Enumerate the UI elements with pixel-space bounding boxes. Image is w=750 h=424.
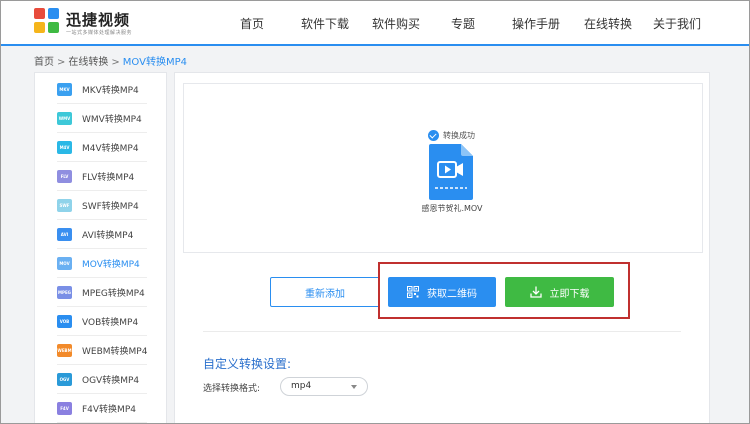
sidebar-item-flv[interactable]: FLV FLV转换MP4 bbox=[57, 162, 147, 191]
chevron-down-icon bbox=[351, 385, 357, 389]
format-sidebar: MKV MKV转换MP4 WMV WMV转换MP4 M4V M4V转换MP4 FLV F… bbox=[34, 72, 167, 424]
re-add-label: 重新添加 bbox=[305, 288, 345, 300]
nav-topics[interactable]: 专题 bbox=[451, 15, 475, 32]
nav-manual[interactable]: 操作手册 bbox=[512, 15, 560, 32]
sidebar-item-m4v[interactable]: M4V M4V转换MP4 bbox=[57, 133, 147, 162]
nav-about[interactable]: 关于我们 bbox=[653, 15, 701, 32]
section-divider bbox=[203, 331, 681, 332]
sidebar-item-label: AVI转换MP4 bbox=[82, 230, 134, 241]
breadcrumb-separator: > bbox=[111, 57, 120, 68]
wmv-file-icon: WMV bbox=[57, 111, 72, 125]
breadcrumb-current: MOV转换MP4 bbox=[122, 57, 187, 68]
vob-file-icon: VOB bbox=[57, 314, 72, 328]
sidebar-item-mov[interactable]: MOV MOV转换MP4 bbox=[57, 249, 147, 278]
sidebar-item-label: WEBM转换MP4 bbox=[82, 346, 148, 357]
check-circle-icon bbox=[428, 130, 439, 141]
sidebar-item-swf[interactable]: SWF SWF转换MP4 bbox=[57, 191, 147, 220]
sidebar-item-label: F4V转换MP4 bbox=[82, 404, 136, 415]
nav-home[interactable]: 首页 bbox=[240, 15, 264, 32]
sidebar-item-label: OGV转换MP4 bbox=[82, 375, 140, 386]
nav-software-purchase[interactable]: 软件购买 bbox=[372, 15, 420, 32]
sidebar-item-label: FLV转换MP4 bbox=[82, 172, 135, 183]
format-select-value: mp4 bbox=[291, 381, 312, 391]
sidebar-item-label: VOB转换MP4 bbox=[82, 317, 139, 328]
video-file-icon[interactable] bbox=[429, 144, 473, 200]
logo-quadrant-green bbox=[48, 22, 59, 33]
logo-quadrant-red bbox=[34, 8, 45, 19]
sidebar-item-label: MPEG转换MP4 bbox=[82, 288, 145, 299]
avi-file-icon: AVI bbox=[57, 227, 72, 241]
sidebar-item-wmv[interactable]: WMV WMV转换MP4 bbox=[57, 104, 147, 133]
sidebar-item-label: MKV转换MP4 bbox=[82, 85, 139, 96]
nav-software-download[interactable]: 软件下载 bbox=[301, 15, 349, 32]
sidebar-item-label: SWF转换MP4 bbox=[82, 201, 139, 212]
top-header: 迅捷视频 一站式多媒体处理解决服务 首页 软件下载 软件购买 专题 操作手册 在… bbox=[0, 0, 750, 46]
brand-name[interactable]: 迅捷视频 bbox=[66, 9, 130, 30]
ogv-file-icon: OGV bbox=[57, 372, 72, 386]
sidebar-item-f4v[interactable]: F4V F4V转换MP4 bbox=[57, 394, 147, 423]
logo-quadrant-yellow bbox=[34, 22, 45, 33]
brand-tagline: 一站式多媒体处理解决服务 bbox=[66, 30, 133, 36]
file-name: 感恩节贺礼.MOV bbox=[421, 204, 483, 213]
webm-file-icon: WEBM bbox=[57, 343, 72, 357]
logo-quadrant-blue bbox=[48, 8, 59, 19]
mpeg-file-icon: MPEG bbox=[57, 285, 72, 299]
sidebar-item-label: M4V转换MP4 bbox=[82, 143, 139, 154]
format-select[interactable]: mp4 bbox=[280, 377, 368, 396]
flv-file-icon: FLV bbox=[57, 169, 72, 183]
breadcrumb-home[interactable]: 首页 bbox=[34, 57, 54, 68]
sidebar-item-vob[interactable]: VOB VOB转换MP4 bbox=[57, 307, 147, 336]
breadcrumb-separator: > bbox=[57, 57, 66, 68]
format-label: 选择转换格式: bbox=[203, 384, 261, 394]
breadcrumb-online-convert[interactable]: 在线转换 bbox=[68, 57, 108, 68]
success-text: 转换成功 bbox=[443, 131, 475, 140]
success-status: 转换成功 bbox=[428, 130, 475, 141]
sidebar-item-label: WMV转换MP4 bbox=[82, 114, 142, 125]
sidebar-item-avi[interactable]: AVI AVI转换MP4 bbox=[57, 220, 147, 249]
sidebar-item-mkv[interactable]: MKV MKV转换MP4 bbox=[57, 75, 147, 104]
custom-settings-title: 自定义转换设置: bbox=[203, 357, 292, 371]
main-panel: 转换成功 感恩节贺礼.MOV 重新添加 获取二维码 立即下载 自定义转换设置: … bbox=[174, 72, 710, 424]
nav-online-convert[interactable]: 在线转换 bbox=[584, 15, 632, 32]
highlight-box bbox=[378, 262, 630, 319]
mkv-file-icon: MKV bbox=[57, 82, 72, 96]
mov-file-icon: MOV bbox=[57, 256, 72, 270]
sidebar-item-mpeg[interactable]: MPEG MPEG转换MP4 bbox=[57, 278, 147, 307]
logo-icon[interactable] bbox=[34, 8, 60, 34]
breadcrumb: 首页 > 在线转换 > MOV转换MP4 bbox=[34, 53, 187, 68]
re-add-button[interactable]: 重新添加 bbox=[270, 277, 380, 307]
sidebar-item-ogv[interactable]: OGV OGV转换MP4 bbox=[57, 365, 147, 394]
m4v-file-icon: M4V bbox=[57, 140, 72, 154]
swf-file-icon: SWF bbox=[57, 198, 72, 212]
f4v-file-icon: F4V bbox=[57, 401, 72, 415]
sidebar-item-label: MOV转换MP4 bbox=[82, 259, 140, 270]
sidebar-item-webm[interactable]: WEBM WEBM转换MP4 bbox=[57, 336, 147, 365]
result-preview: 转换成功 感恩节贺礼.MOV bbox=[183, 83, 703, 253]
